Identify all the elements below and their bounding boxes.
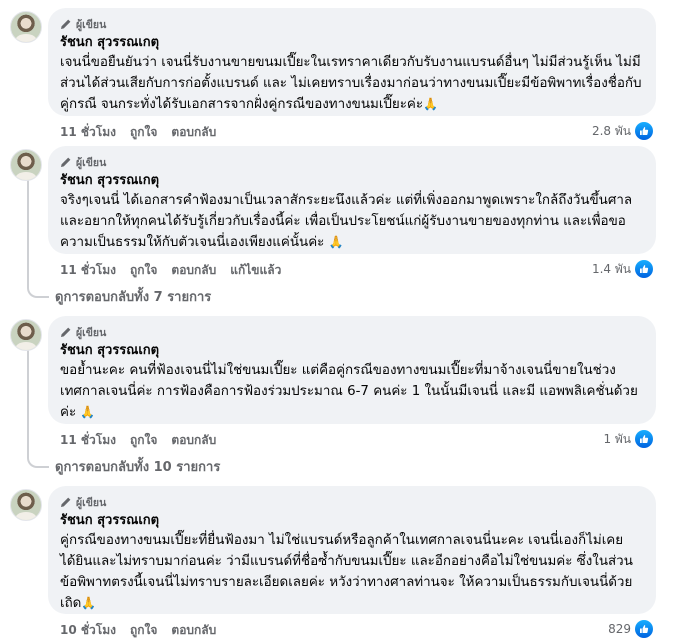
author-name[interactable]: รัชนก สุวรรณเกตุ <box>60 34 644 52</box>
comment-bubble: ผู้เขียน รัชนก สุวรรณเกตุ ขอย้ำนะคะ คนที… <box>48 316 656 424</box>
pray-emoji: 🙏 <box>328 235 344 249</box>
avatar[interactable] <box>10 11 42 43</box>
timestamp-link[interactable]: 11 ชั่วโมง <box>60 123 116 142</box>
comment-bubble: ผู้เขียน รัชนก สุวรรณเกตุ จริงๆเจนนี่ ได… <box>48 146 656 254</box>
reply-button[interactable]: ตอบกลับ <box>171 621 216 640</box>
like-button[interactable]: ถูกใจ <box>130 621 157 640</box>
comment-actions: 11 ชั่วโมง ถูกใจ ตอบกลับ แก้ไขแล้ว <box>60 262 295 278</box>
author-badge: ผู้เขียน <box>60 324 644 340</box>
reaction-count[interactable]: 829 <box>608 620 653 638</box>
reply-button[interactable]: ตอบกลับ <box>171 261 216 280</box>
pray-emoji: 🙏 <box>423 97 439 111</box>
reply-thread-elbow <box>27 449 49 468</box>
pray-emoji: 🙏 <box>81 596 97 610</box>
reaction-count-text: 2.8 พัน <box>591 123 631 138</box>
like-button[interactable]: ถูกใจ <box>130 431 157 450</box>
author-name[interactable]: รัชนก สุวรรณเกตุ <box>60 342 644 360</box>
like-thumb-icon <box>635 122 653 140</box>
author-badge-label: ผู้เขียน <box>76 326 107 339</box>
view-replies-text: ดูการตอบกลับทั้ง 7 รายการ <box>55 290 212 305</box>
comment-actions: 11 ชั่วโมง ถูกใจ ตอบกลับ <box>60 432 230 448</box>
reaction-count[interactable]: 1.4 พัน <box>592 260 653 278</box>
comment-text-content: จริงๆเจนนี่ ได้เอกสารคำฟ้องมาเป็นเวลาสัก… <box>60 193 633 250</box>
pencil-icon <box>61 497 71 507</box>
view-replies-link[interactable]: ดูการตอบกลับทั้ง 7 รายการ <box>27 279 212 307</box>
avatar[interactable] <box>10 149 42 181</box>
timestamp-link[interactable]: 11 ชั่วโมง <box>60 431 116 450</box>
reaction-count[interactable]: 2.8 พัน <box>592 122 653 140</box>
comment-text-content: เจนนี่ขอยืนยันว่า เจนนี่รับงานขายขนมเปี๊… <box>60 55 642 112</box>
avatar[interactable] <box>10 489 42 521</box>
comment-text: คู่กรณีของทางขนมเปี๊ยะที่ยื่นฟ้องมา ไม่ใ… <box>60 530 644 614</box>
reaction-count-text: 1.4 พัน <box>591 261 631 276</box>
author-badge: ผู้เขียน <box>60 494 644 510</box>
author-name[interactable]: รัชนก สุวรรณเกตุ <box>60 172 644 190</box>
comment-text: ขอย้ำนะคะ คนที่ฟ้องเจนนี่ไม่ใช่ขนมเปี๊ยะ… <box>60 360 644 423</box>
comment-text-content: ขอย้ำนะคะ คนที่ฟ้องเจนนี่ไม่ใช่ขนมเปี๊ยะ… <box>60 363 638 420</box>
comment-actions: 11 ชั่วโมง ถูกใจ ตอบกลับ <box>60 124 230 140</box>
reaction-count-text: 1 พัน <box>603 431 631 446</box>
comment-text: เจนนี่ขอยืนยันว่า เจนนี่รับงานขายขนมเปี๊… <box>60 52 644 115</box>
like-thumb-icon <box>635 260 653 278</box>
like-button[interactable]: ถูกใจ <box>130 261 157 280</box>
reply-thread-elbow <box>27 279 49 298</box>
reply-thread-line <box>27 350 29 456</box>
author-badge: ผู้เขียน <box>60 16 644 32</box>
view-replies-text: ดูการตอบกลับทั้ง 10 รายการ <box>55 460 221 475</box>
pencil-icon <box>61 19 71 29</box>
reply-button[interactable]: ตอบกลับ <box>171 123 216 142</box>
comment-actions: 10 ชั่วโมง ถูกใจ ตอบกลับ <box>60 622 230 638</box>
like-thumb-icon <box>635 430 653 448</box>
pencil-icon <box>61 327 71 337</box>
reply-thread-line <box>27 180 29 286</box>
author-badge-label: ผู้เขียน <box>76 18 107 31</box>
view-replies-link[interactable]: ดูการตอบกลับทั้ง 10 รายการ <box>27 449 221 477</box>
timestamp-link[interactable]: 11 ชั่วโมง <box>60 261 116 280</box>
reaction-count[interactable]: 1 พัน <box>603 430 653 448</box>
comment-bubble: ผู้เขียน รัชนก สุวรรณเกตุ คู่กรณีของทางข… <box>48 486 656 614</box>
reaction-count-text: 829 <box>608 622 631 636</box>
author-name[interactable]: รัชนก สุวรรณเกตุ <box>60 512 644 530</box>
like-button[interactable]: ถูกใจ <box>130 123 157 142</box>
comment-bubble: ผู้เขียน รัชนก สุวรรณเกตุ เจนนี่ขอยืนยัน… <box>48 8 656 116</box>
timestamp-link[interactable]: 10 ชั่วโมง <box>60 621 116 640</box>
comment-text: จริงๆเจนนี่ ได้เอกสารคำฟ้องมาเป็นเวลาสัก… <box>60 190 644 253</box>
author-badge-label: ผู้เขียน <box>76 496 107 509</box>
pray-emoji: 🙏 <box>80 405 96 419</box>
edited-label[interactable]: แก้ไขแล้ว <box>230 261 281 280</box>
avatar[interactable] <box>10 319 42 351</box>
author-badge-label: ผู้เขียน <box>76 156 107 169</box>
reply-button[interactable]: ตอบกลับ <box>171 431 216 450</box>
like-thumb-icon <box>635 620 653 638</box>
author-badge: ผู้เขียน <box>60 154 644 170</box>
pencil-icon <box>61 157 71 167</box>
comment-text-content: คู่กรณีของทางขนมเปี๊ยะที่ยื่นฟ้องมา ไม่ใ… <box>60 533 633 611</box>
